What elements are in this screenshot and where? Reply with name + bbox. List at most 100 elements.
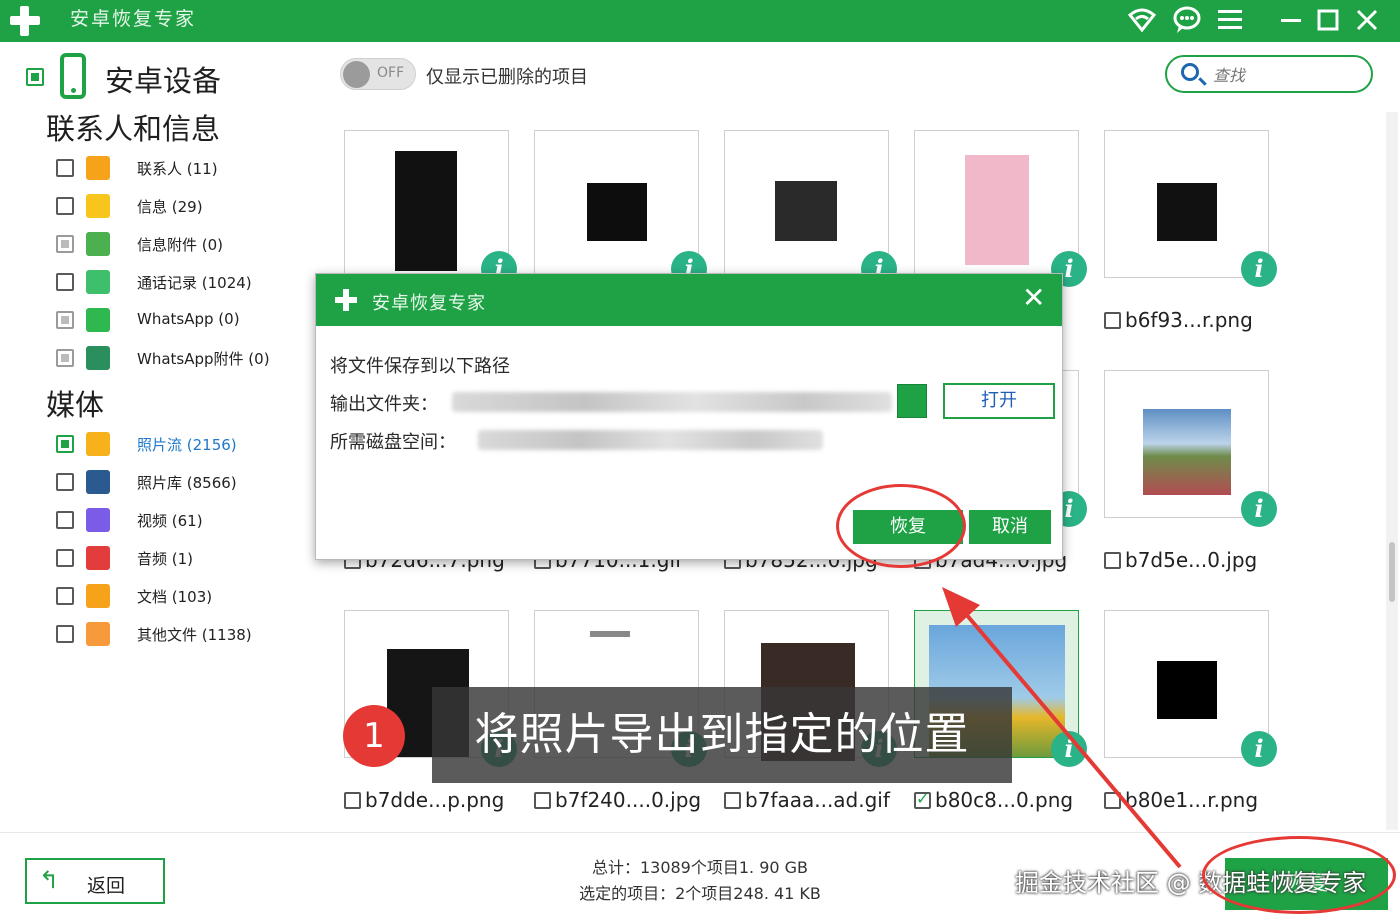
file-checkbox[interactable] bbox=[914, 789, 931, 809]
file-name-row[interactable]: b7dde...p.png bbox=[344, 788, 504, 814]
file-checkbox[interactable] bbox=[534, 792, 551, 809]
file-name-row[interactable]: b7faaa...ad.gif bbox=[724, 788, 890, 814]
contacts-label: 通话记录 (1024) bbox=[137, 274, 252, 292]
dialog-close-icon[interactable]: ✕ bbox=[1022, 284, 1045, 312]
media-checkbox[interactable] bbox=[56, 435, 74, 453]
minimize-icon[interactable] bbox=[1274, 3, 1308, 37]
media-label: 其他文件 (1138) bbox=[137, 626, 252, 644]
media-item[interactable]: 视频 (61) bbox=[0, 503, 320, 537]
thumbnail-image bbox=[587, 183, 647, 241]
step-number-badge: 1 bbox=[343, 705, 405, 767]
dialog-cancel-button[interactable]: 取消 bbox=[969, 510, 1051, 544]
close-icon[interactable] bbox=[1350, 3, 1384, 37]
file-checkbox[interactable] bbox=[344, 792, 361, 809]
app-logo-icon bbox=[8, 4, 42, 38]
search-input[interactable] bbox=[1213, 62, 1363, 88]
file-checkbox[interactable] bbox=[1104, 552, 1121, 569]
file-thumbnail[interactable]: i bbox=[1104, 370, 1277, 527]
message-icon bbox=[86, 194, 110, 218]
contacts-checkbox[interactable] bbox=[56, 159, 74, 177]
dialog-title: 安卓恢复专家 bbox=[372, 293, 486, 314]
chat-icon[interactable] bbox=[1170, 3, 1204, 37]
scrollbar-thumb[interactable] bbox=[1389, 542, 1395, 602]
file-name: b7d5e...0.jpg bbox=[1125, 548, 1258, 572]
search-box bbox=[1165, 55, 1373, 93]
file-thumbnail[interactable]: i bbox=[914, 130, 1087, 287]
info-icon[interactable]: i bbox=[1241, 251, 1277, 287]
contacts-label: 联系人 (11) bbox=[137, 160, 218, 178]
contacts-checkbox bbox=[56, 311, 74, 329]
thumbnail-image bbox=[775, 181, 837, 241]
section-contacts-heading: 联系人和信息 bbox=[46, 112, 221, 146]
thumbnail-image bbox=[1157, 183, 1217, 241]
contacts-checkbox[interactable] bbox=[56, 197, 74, 215]
device-checkbox[interactable] bbox=[26, 68, 44, 86]
annotation-arrow bbox=[942, 587, 1182, 869]
contacts-item[interactable]: 信息 (29) bbox=[0, 189, 320, 223]
contacts-item[interactable]: 通话记录 (1024) bbox=[0, 265, 320, 299]
android-phone-icon bbox=[60, 53, 86, 99]
media-label: 照片库 (8566) bbox=[137, 474, 237, 492]
selected-text: 选定的项目：2个项目248. 41 KB bbox=[579, 884, 821, 903]
file-thumbnail[interactable]: i bbox=[344, 130, 517, 287]
file-name-row[interactable]: b7d5e...0.jpg bbox=[1104, 548, 1257, 574]
back-button[interactable]: ↰ 返回 bbox=[25, 858, 165, 904]
toggle-state-text: OFF bbox=[377, 65, 405, 81]
file-checkbox[interactable] bbox=[724, 792, 741, 809]
totals-summary: 总计：13089个项目1. 90 GB 选定的项目：2个项目248. 41 KB bbox=[520, 855, 880, 907]
contacts-item[interactable]: WhatsApp (0) bbox=[0, 303, 320, 337]
device-label: 安卓设备 bbox=[105, 64, 222, 98]
highlight-ellipse-main bbox=[1202, 836, 1396, 914]
wifi-icon[interactable] bbox=[1125, 3, 1159, 37]
whatsapp-icon bbox=[86, 308, 110, 332]
contacts-checkbox[interactable] bbox=[56, 273, 74, 291]
deleted-only-label: 仅显示已删除的项目 bbox=[426, 67, 588, 88]
info-icon[interactable]: i bbox=[1241, 731, 1277, 767]
browse-folder-button[interactable] bbox=[897, 384, 927, 418]
contacts-label: WhatsApp附件 (0) bbox=[137, 350, 270, 368]
thumbnail-image bbox=[395, 151, 457, 271]
media-checkbox[interactable] bbox=[56, 625, 74, 643]
maximize-icon[interactable] bbox=[1311, 3, 1345, 37]
deleted-only-toggle[interactable]: OFF bbox=[340, 58, 416, 90]
file-thumbnail[interactable]: i bbox=[534, 130, 707, 287]
contacts-item[interactable]: 信息附件 (0) bbox=[0, 227, 320, 261]
media-checkbox[interactable] bbox=[56, 587, 74, 605]
open-button[interactable]: 打开 bbox=[943, 383, 1055, 419]
output-path-field[interactable] bbox=[452, 392, 892, 412]
disk-space-value bbox=[478, 430, 823, 450]
contacts-item[interactable]: 联系人 (11) bbox=[0, 151, 320, 185]
file-name: b7f240....0.jpg bbox=[555, 788, 702, 812]
media-item[interactable]: 照片流 (2156) bbox=[0, 427, 320, 461]
search-icon[interactable] bbox=[1181, 63, 1199, 81]
phone-icon bbox=[86, 270, 110, 294]
music-icon bbox=[86, 546, 110, 570]
info-icon[interactable]: i bbox=[1241, 491, 1277, 527]
file-thumbnail[interactable]: i bbox=[1104, 130, 1277, 287]
other-file-icon bbox=[86, 622, 110, 646]
thumbnail-image bbox=[590, 631, 630, 637]
media-item[interactable]: 文档 (103) bbox=[0, 579, 320, 613]
contacts-item[interactable]: WhatsApp附件 (0) bbox=[0, 341, 320, 375]
menu-icon[interactable] bbox=[1213, 3, 1247, 37]
media-checkbox[interactable] bbox=[56, 549, 74, 567]
output-folder-label: 输出文件夹： bbox=[330, 394, 438, 415]
file-name-row[interactable]: b6f93...r.png bbox=[1104, 308, 1253, 334]
back-arrow-icon: ↰ bbox=[39, 866, 60, 894]
media-item[interactable]: 音频 (1) bbox=[0, 541, 320, 575]
grid-scrollbar[interactable] bbox=[1386, 112, 1398, 830]
media-checkbox[interactable] bbox=[56, 511, 74, 529]
file-name: b7dde...p.png bbox=[365, 788, 505, 812]
file-checkbox[interactable] bbox=[1104, 312, 1121, 329]
media-item[interactable]: 其他文件 (1138) bbox=[0, 617, 320, 651]
media-checkbox[interactable] bbox=[56, 473, 74, 491]
video-icon bbox=[86, 508, 110, 532]
attachment-icon bbox=[86, 232, 110, 256]
file-thumbnail[interactable]: i bbox=[724, 130, 897, 287]
total-text: 总计：13089个项目1. 90 GB bbox=[591, 858, 809, 877]
contacts-label: 信息附件 (0) bbox=[137, 236, 224, 254]
media-label: 音频 (1) bbox=[137, 550, 194, 568]
media-item[interactable]: 照片库 (8566) bbox=[0, 465, 320, 499]
file-name-row[interactable]: b7f240....0.jpg bbox=[534, 788, 701, 814]
section-media-heading: 媒体 bbox=[46, 388, 105, 422]
